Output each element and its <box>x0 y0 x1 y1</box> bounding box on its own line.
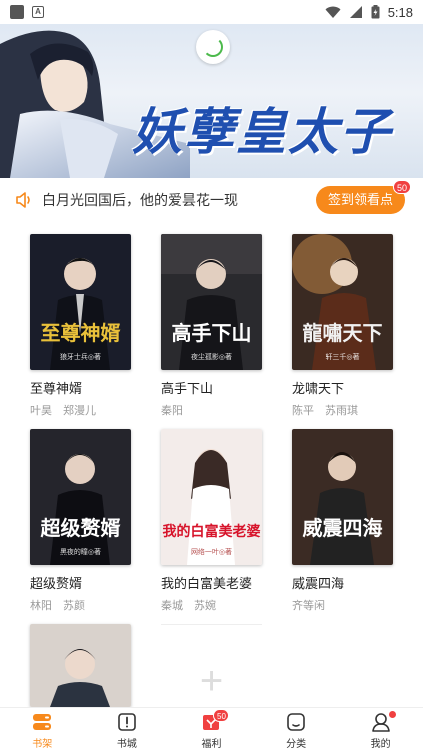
add-icon[interactable]: + <box>200 661 223 701</box>
checkin-badge: 50 <box>393 180 411 194</box>
add-book-slot[interactable]: + <box>161 624 262 714</box>
book-item[interactable] <box>30 624 131 707</box>
book-title: 威震四海 <box>292 576 345 591</box>
nav-label: 分类 <box>286 739 307 750</box>
nav-profile[interactable]: 我的 <box>338 708 423 753</box>
wifi-icon <box>325 6 341 18</box>
book-title: 龙啸天下 <box>292 381 345 396</box>
status-bar: A 5:18 <box>0 0 423 24</box>
book-cover[interactable]: 高手下山 夜尘孤影◎著 <box>161 234 262 370</box>
notice-text[interactable]: 白月光回国后，他的爱昙花一现 <box>42 190 238 210</box>
book-item[interactable]: 我的白富美老婆 网络一叶◎著 我的白富美老婆 秦城 苏婉 <box>161 429 262 613</box>
book-cover[interactable]: 至尊神婿 狼牙士兵◎著 <box>30 234 131 370</box>
book-cover-author: 狼牙士兵◎著 <box>59 354 102 361</box>
category-icon <box>287 713 305 731</box>
book-cover-title: 超级赘婿 <box>40 516 121 540</box>
notification-dot <box>388 711 396 718</box>
book-cover[interactable] <box>30 624 131 707</box>
book-cover-author: 夜尘孤影◎著 <box>190 354 233 361</box>
nav-label: 福利 <box>201 739 222 750</box>
book-cover-title: 高手下山 <box>171 321 252 345</box>
book-item[interactable]: 高手下山 夜尘孤影◎著 高手下山 秦阳 <box>161 234 262 418</box>
bookstore-icon <box>118 713 136 731</box>
accessibility-icon: A <box>32 6 44 18</box>
book-characters: 齐等闲 <box>292 600 325 612</box>
book-title: 我的白富美老婆 <box>161 576 253 591</box>
book-characters: 叶昊 郑漫儿 <box>30 405 96 417</box>
book-cover[interactable]: 威震四海 <box>292 429 393 565</box>
book-cover[interactable]: 超级赘婿 黑夜的瞳◎著 <box>30 429 131 565</box>
nav-badge: 50 <box>213 709 230 722</box>
book-characters: 秦阳 <box>161 405 183 417</box>
book-item[interactable]: 超级赘婿 黑夜的瞳◎著 超级赘婿 林阳 苏颜 <box>30 429 131 613</box>
banner-title: 妖孽皇太子 <box>132 102 392 161</box>
book-characters: 陈平 苏雨琪 <box>292 405 358 417</box>
book-cover-title: 威震四海 <box>302 516 383 540</box>
clock: 5:18 <box>387 4 413 20</box>
nav-welfare[interactable]: 50 福利 <box>169 708 254 753</box>
book-cover-author: 网络一叶◎著 <box>190 549 233 556</box>
book-characters: 秦城 苏婉 <box>161 600 216 612</box>
book-cover[interactable]: 我的白富美老婆 网络一叶◎著 <box>161 429 262 565</box>
speaker-icon <box>16 192 30 208</box>
book-cover-title: 至尊神婿 <box>40 321 121 345</box>
notice-bar[interactable]: 白月光回国后，他的爱昙花一现 签到领看点 50 <box>0 180 423 218</box>
book-cover[interactable]: 龍嘯天下 轩三千◎著 <box>292 234 393 370</box>
book-cover-author: 黑夜的瞳◎著 <box>59 549 102 556</box>
checkin-button-label: 签到领看点 <box>327 192 393 207</box>
nav-label: 书城 <box>116 739 137 750</box>
book-item[interactable]: 威震四海 威震四海 齐等闲 <box>292 429 393 613</box>
book-cover-title: 龍嘯天下 <box>302 321 383 345</box>
promo-banner[interactable]: 妖孽皇太子 <box>0 24 423 178</box>
notification-icon <box>10 5 24 19</box>
nav-bookstore[interactable]: 书城 <box>85 708 170 753</box>
nav-label: 书架 <box>32 739 53 750</box>
nav-category[interactable]: 分类 <box>254 708 339 753</box>
book-cover-title: 我的白富美老婆 <box>162 524 261 540</box>
book-characters: 林阳 苏颜 <box>30 600 85 612</box>
nav-label: 我的 <box>370 739 391 750</box>
book-cover-author: 轩三千◎著 <box>325 354 360 361</box>
book-title: 至尊神婿 <box>30 381 83 396</box>
nav-bookshelf[interactable]: 书架 <box>0 708 85 753</box>
bottom-nav: 书架 书城 50 福利 分类 我的 <box>0 707 423 753</box>
book-title: 超级赘婿 <box>30 576 83 591</box>
battery-icon <box>371 5 380 19</box>
bookshelf-icon <box>33 714 52 730</box>
checkin-button[interactable]: 签到领看点 50 <box>315 180 411 214</box>
book-item[interactable]: 至尊神婿 狼牙士兵◎著 至尊神婿 叶昊 郑漫儿 <box>30 234 131 418</box>
signal-icon <box>349 5 362 18</box>
book-item[interactable]: 龍嘯天下 轩三千◎著 龙啸天下 陈平 苏雨琪 <box>292 234 393 418</box>
loading-spinner <box>196 30 230 64</box>
book-title: 高手下山 <box>161 381 214 396</box>
